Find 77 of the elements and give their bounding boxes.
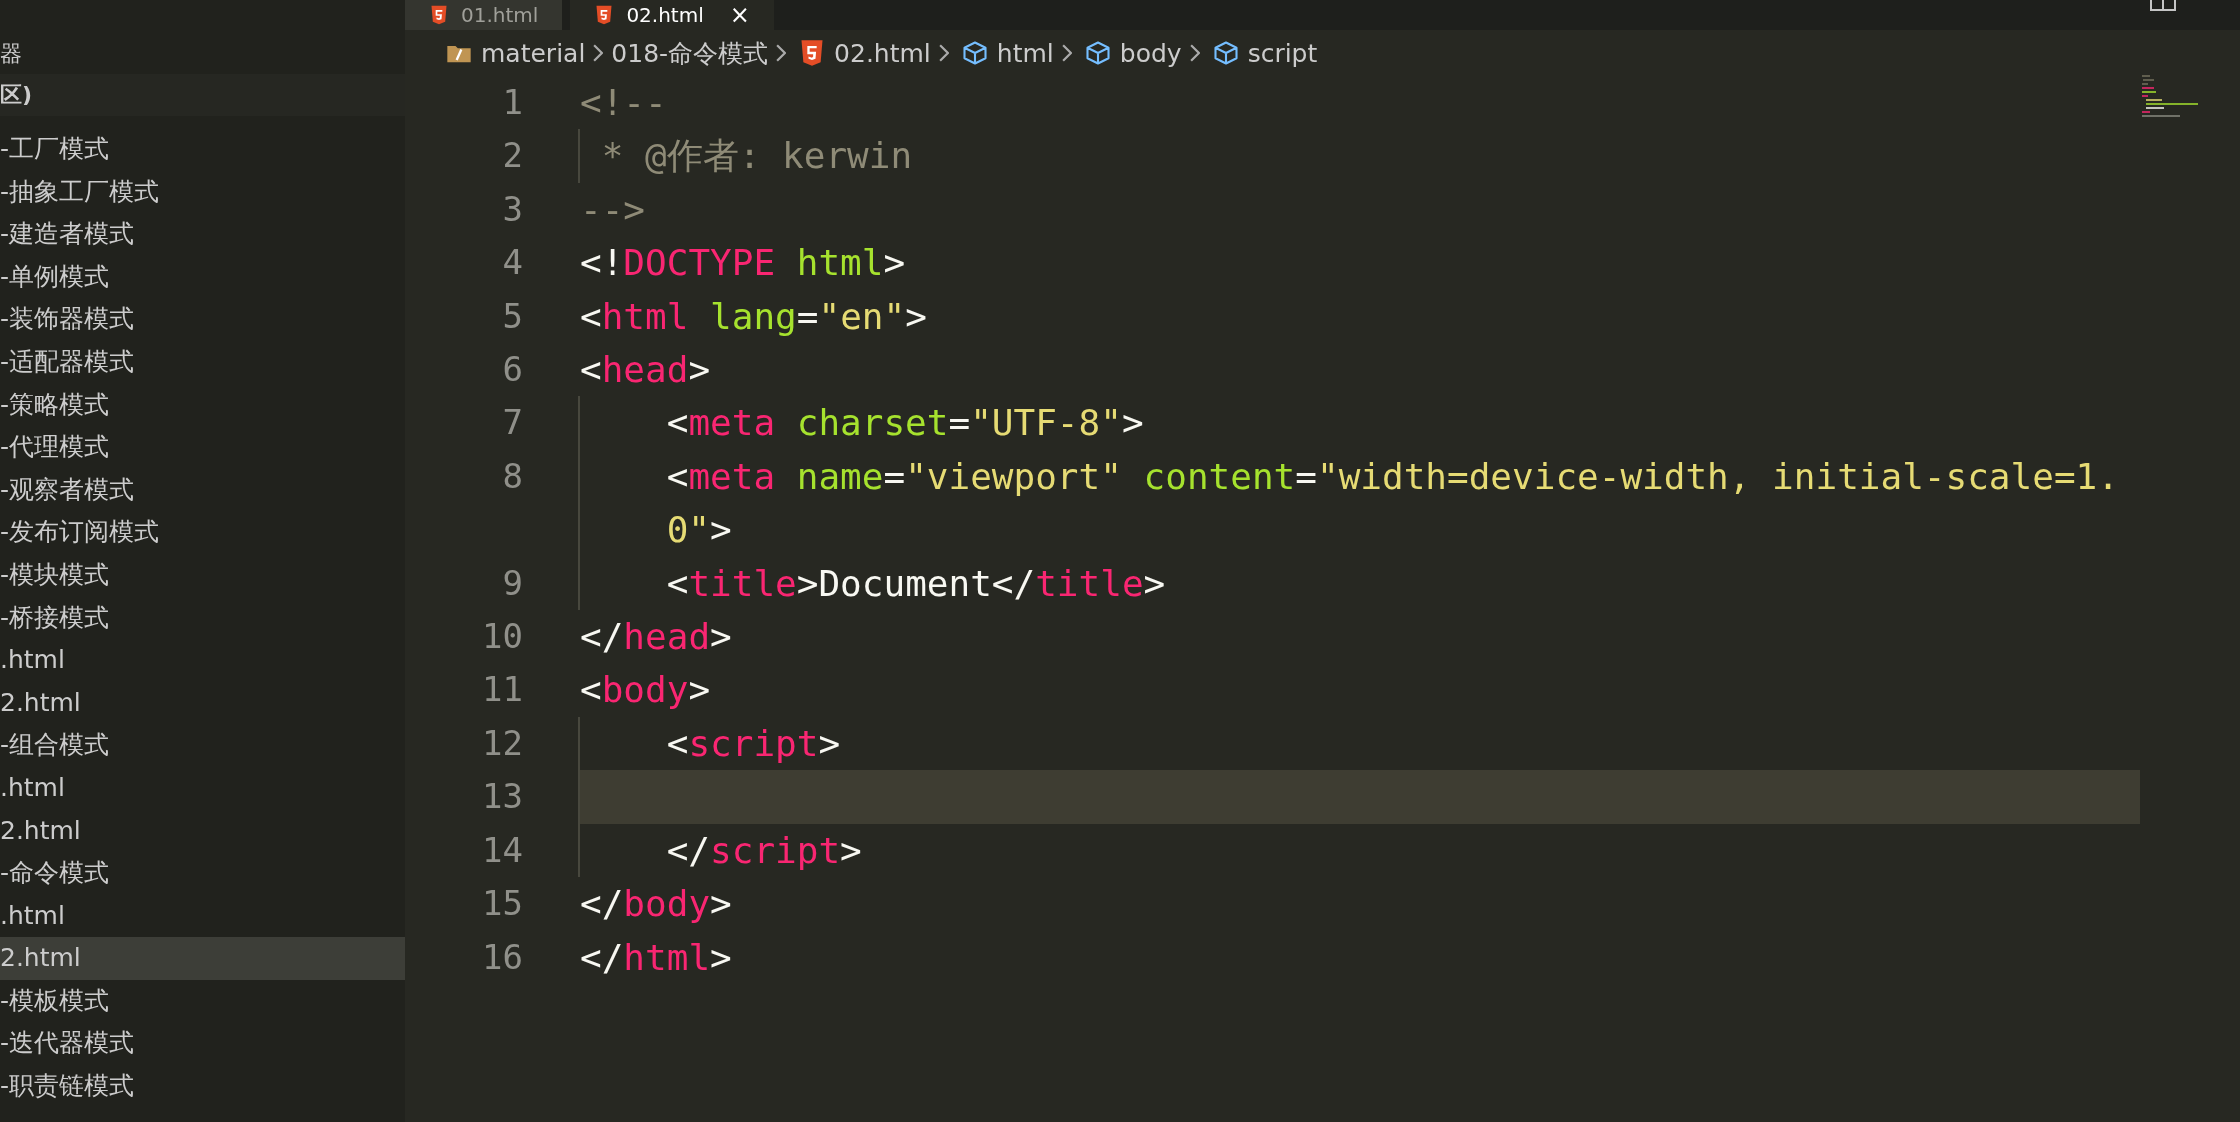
breadcrumb-item[interactable]: script: [1247, 38, 1318, 68]
breadcrumb-item[interactable]: 018-命令模式: [611, 36, 769, 70]
code-line: * @作者: kerwin: [578, 129, 2126, 183]
close-button[interactable]: ×: [729, 1, 750, 29]
cube-icon: [960, 39, 989, 67]
breadcrumb-item[interactable]: html: [996, 38, 1054, 68]
line-number: 5: [501, 294, 523, 338]
line-number: 3: [501, 187, 523, 231]
file-tree-item[interactable]: -迭代器模式: [0, 1022, 405, 1066]
line-number: 13: [481, 775, 523, 819]
cube-icon: [1211, 39, 1240, 67]
split-editor-icon[interactable]: [2150, 0, 2176, 12]
file-tree-item[interactable]: 2.html: [0, 809, 405, 853]
line-number: 7: [501, 401, 523, 445]
breadcrumb-item[interactable]: 02.html: [834, 38, 931, 68]
file-tree-item[interactable]: -单例模式: [0, 255, 405, 299]
file-tree-item[interactable]: -命令模式: [0, 852, 405, 895]
file-tree-item[interactable]: -工厂模式: [0, 128, 405, 171]
file-tree-item[interactable]: 2.html: [0, 937, 405, 980]
file-tree-item[interactable]: -建造者模式: [0, 213, 405, 256]
html-file-icon: [429, 5, 449, 25]
line-number: 8: [501, 454, 523, 498]
line-number: 4: [501, 241, 523, 285]
breadcrumb-item[interactable]: material: [481, 38, 586, 68]
editor-tab[interactable]: 01.html: [405, 0, 563, 30]
chevron-icon: [776, 44, 787, 62]
line-number: 9: [501, 561, 523, 605]
chevron-icon: [593, 44, 604, 62]
breadcrumb-item[interactable]: body: [1119, 38, 1182, 68]
file-tree-item[interactable]: .html: [0, 766, 405, 810]
code-line: <html lang="en">: [579, 294, 928, 339]
file-tree-item[interactable]: -模板模式: [0, 979, 405, 1023]
file-tree-item[interactable]: -桥接模式: [0, 596, 405, 640]
code-line: -->: [579, 187, 647, 232]
code-line: <meta charset="UTF-8">: [578, 396, 2126, 450]
line-number: 12: [481, 721, 523, 765]
file-tree-item[interactable]: -代理模式: [0, 426, 405, 469]
code-line: </head>: [579, 615, 733, 660]
line-number: 16: [481, 935, 523, 979]
line-number: 2: [501, 134, 523, 178]
chevron-icon: [938, 44, 949, 62]
line-number: 1: [501, 81, 523, 124]
file-tree-item[interactable]: -观察者模式: [0, 468, 405, 512]
code-line: <title>Document</title>: [578, 556, 2126, 611]
code-line: <head>: [579, 348, 712, 393]
file-tree-item[interactable]: -模块模式: [0, 553, 405, 597]
file-tree-item[interactable]: -策略模式: [0, 383, 405, 427]
tab-label: 02.html: [626, 3, 704, 27]
line-number: 14: [481, 828, 523, 872]
file-tree-item[interactable]: -装饰器模式: [0, 298, 405, 341]
editor-tab[interactable]: 02.html ×: [570, 0, 774, 30]
section-header: 器: [0, 40, 23, 68]
file-tree-item[interactable]: -适配器模式: [0, 340, 405, 384]
file-tree-item[interactable]: -职责链模式: [0, 1065, 405, 1108]
file-tree-item[interactable]: -发布订阅模式: [0, 511, 405, 554]
cube-icon: [1083, 39, 1112, 67]
code-line: <body>: [579, 668, 712, 713]
code-line: <meta name="viewport" content="width=device-width, initial-scale=1.0">: [578, 449, 2126, 557]
chevron-icon: [1061, 44, 1072, 62]
line-number: 10: [481, 615, 523, 659]
file-tree-item[interactable]: -抽象工厂模式: [0, 170, 405, 214]
code-line: </html>: [579, 935, 733, 980]
line-number: 11: [481, 668, 523, 712]
tab-label: 01.html: [461, 3, 539, 27]
file-tree-item[interactable]: .html: [0, 639, 405, 682]
section-header: 区): [0, 74, 405, 116]
code-line: <!--: [579, 81, 668, 125]
file-tree-item[interactable]: -组合模式: [0, 724, 405, 767]
code-line: </body>: [579, 882, 733, 927]
file-tree-item[interactable]: 2.html: [0, 681, 405, 725]
code-line: <!DOCTYPE html>: [579, 241, 907, 286]
line-number: 15: [481, 882, 523, 926]
minimap-drawing[interactable]: [2140, 74, 2200, 119]
line-number: 6: [501, 348, 523, 392]
code-line: </script>: [578, 823, 2126, 878]
chevron-icon: [1189, 44, 1200, 62]
file-tree-item[interactable]: .html: [0, 894, 405, 938]
